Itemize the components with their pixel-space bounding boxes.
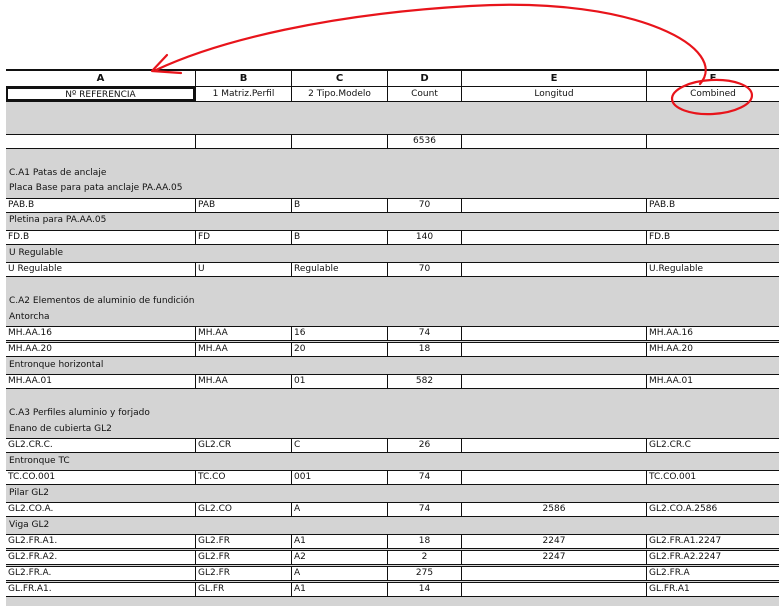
red-arrow-annotation xyxy=(150,3,754,116)
annotation-curve xyxy=(154,3,707,86)
arrowhead xyxy=(150,53,183,75)
annotation-circle xyxy=(670,78,754,116)
